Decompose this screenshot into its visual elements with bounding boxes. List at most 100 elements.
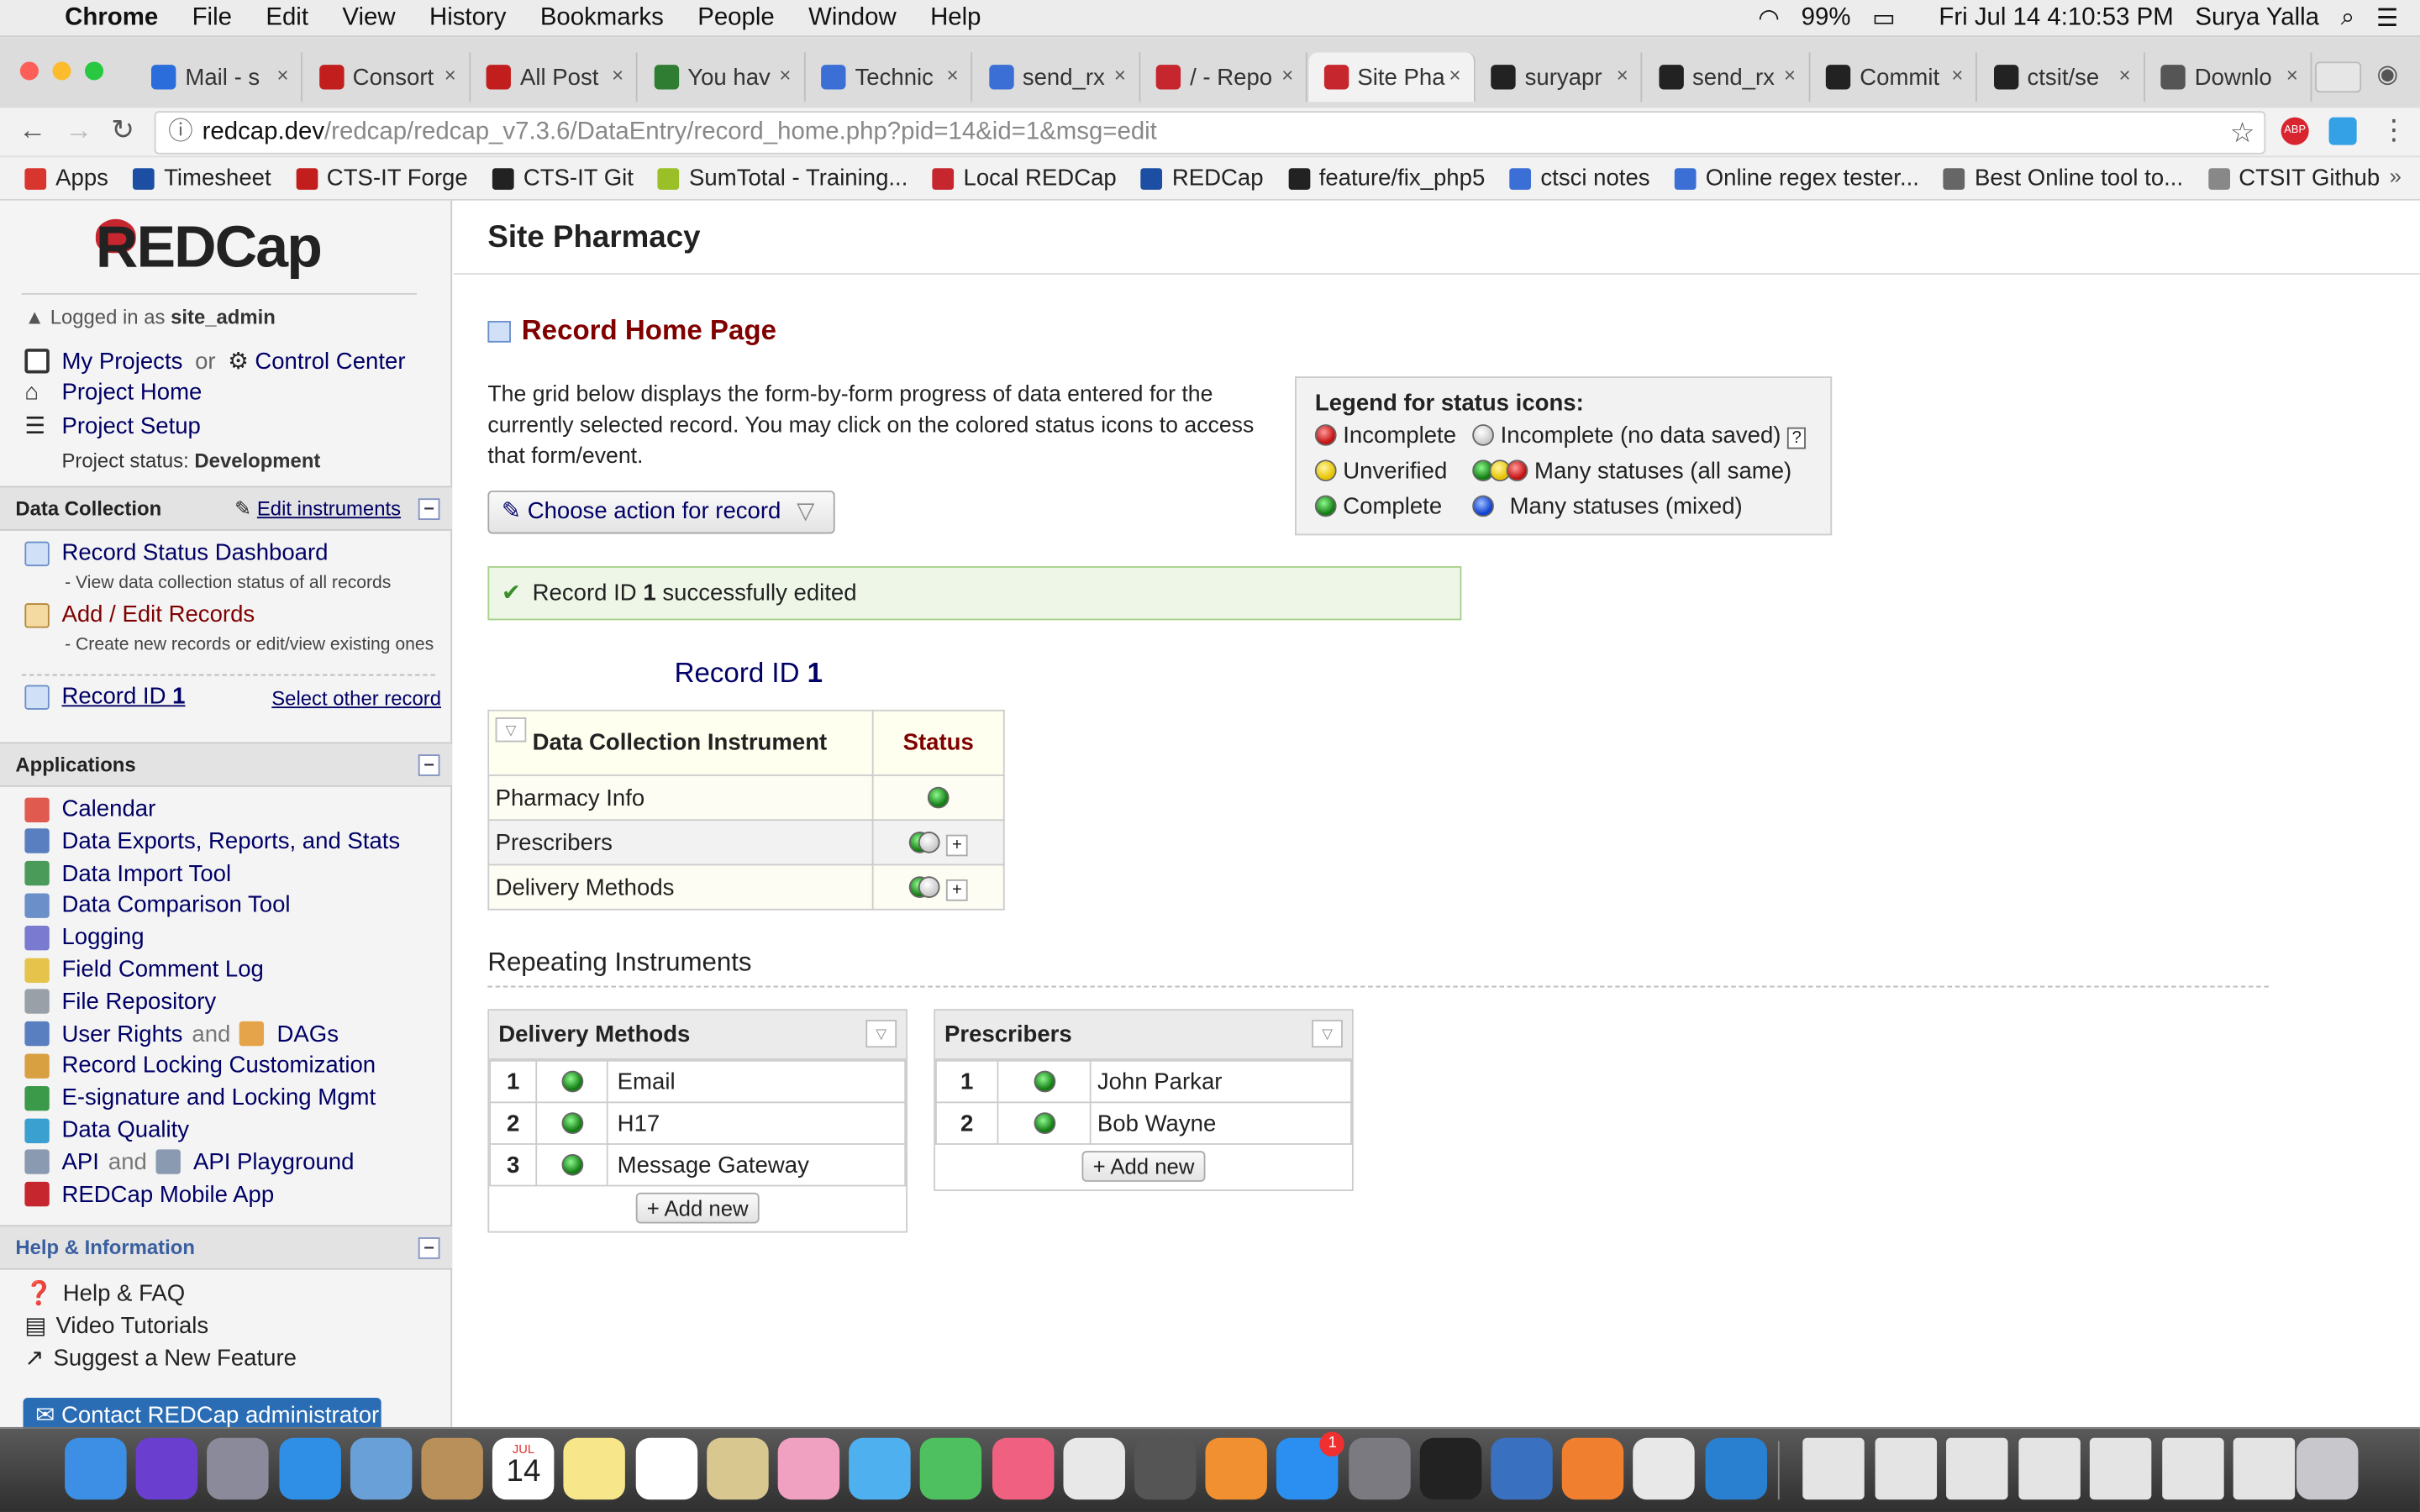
virtualbox-icon[interactable]	[1491, 1437, 1553, 1500]
dock-document-thumbnail[interactable]	[2089, 1437, 2152, 1500]
dock-document-thumbnail[interactable]	[2161, 1437, 2223, 1500]
add-delivery-method-button[interactable]: +	[945, 879, 969, 900]
status-icon[interactable]	[560, 1111, 583, 1134]
close-tab-icon[interactable]: ×	[947, 63, 959, 87]
menu-help[interactable]: Help	[930, 4, 981, 32]
bookmark-ctsit-github[interactable]: CTSIT Github	[2207, 165, 2380, 192]
collapse-applications-button[interactable]: –	[418, 754, 440, 776]
close-tab-icon[interactable]: ×	[2119, 63, 2131, 87]
menu-bookmarks[interactable]: Bookmarks	[540, 4, 664, 32]
field-comment-log-link[interactable]: Field Comment Log	[61, 957, 263, 983]
close-tab-icon[interactable]: ×	[1114, 63, 1126, 87]
trash-icon[interactable]	[2296, 1437, 2359, 1500]
new-tab-button[interactable]	[2315, 61, 2362, 93]
adblock-icon[interactable]: ABP	[2281, 117, 2309, 145]
data-comparison-link[interactable]: Data Comparison Tool	[61, 892, 290, 918]
bookmark-star-icon[interactable]: ☆	[2230, 113, 2255, 153]
add-edit-records-link[interactable]: Add / Edit Records	[61, 601, 255, 627]
forward-icon[interactable]: →	[65, 114, 92, 147]
suryapr-tab[interactable]: suryapr ×	[1476, 52, 1643, 102]
dock-document-thumbnail[interactable]	[2233, 1437, 2296, 1500]
profile-icon[interactable]: ◉	[2377, 59, 2399, 90]
status-icon[interactable]	[1033, 1069, 1055, 1092]
mobile-app-link[interactable]: REDCap Mobile App	[61, 1181, 274, 1207]
app-menu[interactable]: Chrome	[65, 4, 158, 32]
record-status-dashboard-link[interactable]: Record Status Dashboard	[61, 540, 328, 566]
extension-icon[interactable]	[2328, 117, 2357, 145]
close-window-button[interactable]	[19, 61, 39, 81]
mail-tab[interactable]: Mail - s ×	[136, 52, 302, 102]
bookmark-apps[interactable]: Apps	[24, 165, 108, 192]
status-icon[interactable]	[1033, 1111, 1055, 1134]
suggest-feature-link[interactable]: Suggest a New Feature	[54, 1345, 297, 1371]
siri-icon[interactable]	[135, 1437, 198, 1500]
textedit-icon[interactable]	[1633, 1437, 1696, 1500]
status-icon[interactable]	[560, 1069, 583, 1092]
dags-link[interactable]: DAGs	[276, 1021, 338, 1047]
project-setup-link[interactable]: Project Setup	[61, 412, 200, 438]
dock-document-thumbnail[interactable]	[1802, 1437, 1865, 1500]
control-center-link[interactable]: Control Center	[255, 348, 405, 374]
more-bookmarks-icon[interactable]: »	[2390, 164, 2402, 188]
close-tab-icon[interactable]: ×	[277, 63, 289, 87]
help-faq-link[interactable]: Help & FAQ	[63, 1280, 185, 1306]
bookmark-best-online-tool[interactable]: Best Online tool to...	[1944, 165, 2183, 192]
bookmark-feature-fix-php5[interactable]: feature/fix_php5	[1287, 165, 1485, 192]
consort-tab[interactable]: Consort ×	[303, 52, 471, 102]
bookmark-ctsci-notes[interactable]: ctsci notes	[1509, 165, 1650, 192]
repo-tab[interactable]: / - Repo ×	[1140, 52, 1307, 102]
choose-action-button[interactable]: ✎ Choose action for record ▽	[487, 491, 835, 534]
calendar-app-icon[interactable]: JUL 14	[492, 1437, 555, 1500]
minimize-window-button[interactable]	[52, 61, 71, 81]
project-home-link[interactable]: Project Home	[61, 380, 202, 406]
all-posts-tab[interactable]: All Post ×	[471, 52, 638, 102]
bookmark-regex-tester[interactable]: Online regex tester...	[1674, 165, 1919, 192]
sourcetree-icon[interactable]	[1704, 1437, 1767, 1500]
select-other-record-link[interactable]: Select other record	[271, 686, 441, 710]
close-tab-icon[interactable]: ×	[1617, 63, 1628, 87]
close-tab-icon[interactable]: ×	[1281, 63, 1293, 87]
user-rights-link[interactable]: User Rights	[61, 1021, 182, 1047]
add-prescriber-repeat-button[interactable]: + Add new	[1081, 1151, 1206, 1182]
datetime[interactable]: Fri Jul 14 4:10:53 PM	[1939, 5, 2173, 33]
data-import-link[interactable]: Data Import Tool	[61, 860, 231, 886]
close-tab-icon[interactable]: ×	[445, 63, 456, 87]
collapse-help-button[interactable]: –	[418, 1237, 440, 1259]
menu-people[interactable]: People	[697, 4, 775, 32]
record-id-link[interactable]: Record ID 1	[61, 684, 185, 710]
messages-icon[interactable]	[849, 1437, 911, 1500]
close-tab-icon[interactable]: ×	[779, 63, 791, 87]
menu-window[interactable]: Window	[808, 4, 897, 32]
send-rx-doc-tab[interactable]: send_rx ×	[973, 52, 1140, 102]
sublime-text-icon[interactable]	[1562, 1437, 1624, 1500]
e-signature-link[interactable]: E-signature and Locking Mgmt	[61, 1085, 376, 1111]
address-bar[interactable]: ⓘ redcap.dev/redcap/redcap_v7.3.6/DataEn…	[154, 111, 2266, 155]
reminders-icon[interactable]	[634, 1437, 697, 1500]
menu-edit[interactable]: Edit	[266, 4, 308, 32]
grid-options-icon[interactable]: ▽	[495, 717, 527, 743]
legend-help-button[interactable]: ?	[1787, 427, 1807, 449]
ctsit-tab[interactable]: ctsit/se ×	[1978, 52, 2145, 102]
dock-document-thumbnail[interactable]	[1946, 1437, 2008, 1500]
prescribers-options-icon[interactable]: ▽	[1312, 1020, 1343, 1048]
back-icon[interactable]: ←	[18, 114, 46, 147]
record-locking-link[interactable]: Record Locking Customization	[61, 1053, 376, 1079]
edit-instruments-link[interactable]: ✎ Edit instruments	[234, 487, 401, 530]
finder-icon[interactable]	[65, 1437, 127, 1500]
pharmacy-info-status-icon[interactable]	[927, 785, 950, 808]
photos-icon[interactable]	[777, 1437, 840, 1500]
commit-tab[interactable]: Commit ×	[1810, 52, 1977, 102]
app-store-icon[interactable]: 1	[1276, 1431, 1345, 1500]
data-exports-link[interactable]: Data Exports, Reports, and Stats	[61, 828, 400, 854]
reload-icon[interactable]: ↻	[111, 114, 134, 147]
my-projects-link[interactable]: My Projects	[61, 348, 182, 374]
notes-icon[interactable]	[564, 1437, 626, 1500]
dock-document-thumbnail[interactable]	[2018, 1437, 2080, 1500]
system-preferences-icon[interactable]	[1348, 1437, 1410, 1500]
downloads-tab[interactable]: Downlo ×	[2145, 52, 2312, 102]
battery-percent[interactable]: 99%	[1802, 5, 1851, 33]
send-rx-github-tab[interactable]: send_rx ×	[1643, 52, 1810, 102]
file-repository-link[interactable]: File Repository	[61, 989, 216, 1015]
technical-tab[interactable]: Technic ×	[806, 52, 973, 102]
dock-document-thumbnail[interactable]	[1874, 1437, 1937, 1500]
